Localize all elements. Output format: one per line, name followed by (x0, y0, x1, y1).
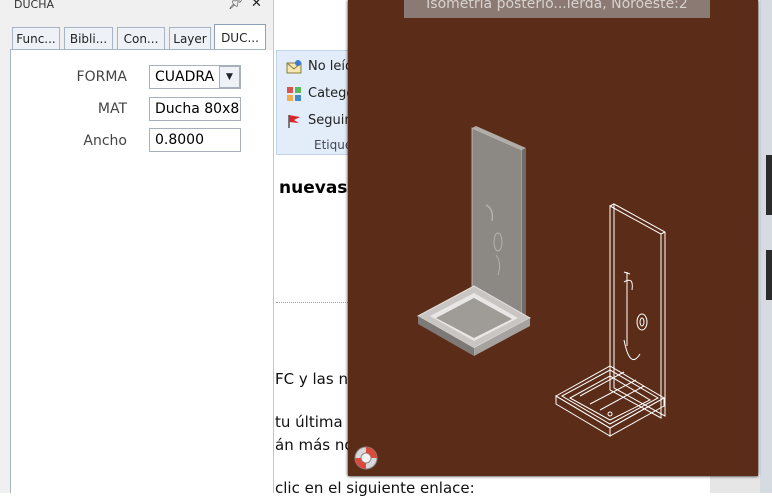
ribbon-group-label: Etique (314, 138, 353, 152)
categorize-icon (287, 87, 301, 101)
tab-functions[interactable]: Func... (12, 27, 60, 49)
mail-body-link-line[interactable]: clic en el siguiente enlace: (275, 479, 475, 497)
scroll-block (766, 250, 772, 300)
close-icon[interactable]: ✕ (251, 0, 262, 11)
mail-body-line: tu última v (275, 413, 357, 431)
wireframe-shower-model (554, 203, 666, 437)
mail-subject: nuevas (279, 178, 348, 198)
viewport-scene (416, 126, 666, 437)
scroll-block (766, 155, 772, 215)
chevron-down-icon[interactable]: ▼ (219, 66, 240, 88)
palette-title: DUCHA (14, 0, 54, 11)
flag-icon (288, 115, 300, 128)
mail-body-line: FC y las nu (275, 370, 358, 388)
mat-field[interactable]: Ducha 80x80 (149, 97, 241, 121)
mail-body-line: án más no (275, 436, 354, 454)
tab-ducha[interactable]: DUC... (214, 24, 266, 50)
mark-unread-button[interactable]: No leío (308, 59, 353, 74)
mat-label: MAT (97, 101, 127, 117)
pin-icon[interactable]: 📌︎ (228, 0, 243, 10)
tab-layer[interactable]: Layer (169, 27, 211, 49)
tab-library[interactable]: Bibli... (64, 27, 113, 49)
ancho-field[interactable]: 0.8000 (149, 128, 241, 152)
separator (276, 302, 348, 303)
view-name-label[interactable]: Isometría posterio...ierda, Noroeste:2 (404, 0, 710, 18)
tab-content[interactable]: Con... (117, 27, 165, 49)
shaded-shower-model (416, 126, 532, 356)
right-pane-edge (760, 0, 772, 493)
forma-label: FORMA (76, 69, 127, 85)
ancho-label: Ancho (83, 133, 127, 149)
envelope-icon (286, 60, 302, 74)
bottom-bar (710, 476, 760, 493)
navigation-wheel-icon[interactable] (353, 445, 379, 471)
